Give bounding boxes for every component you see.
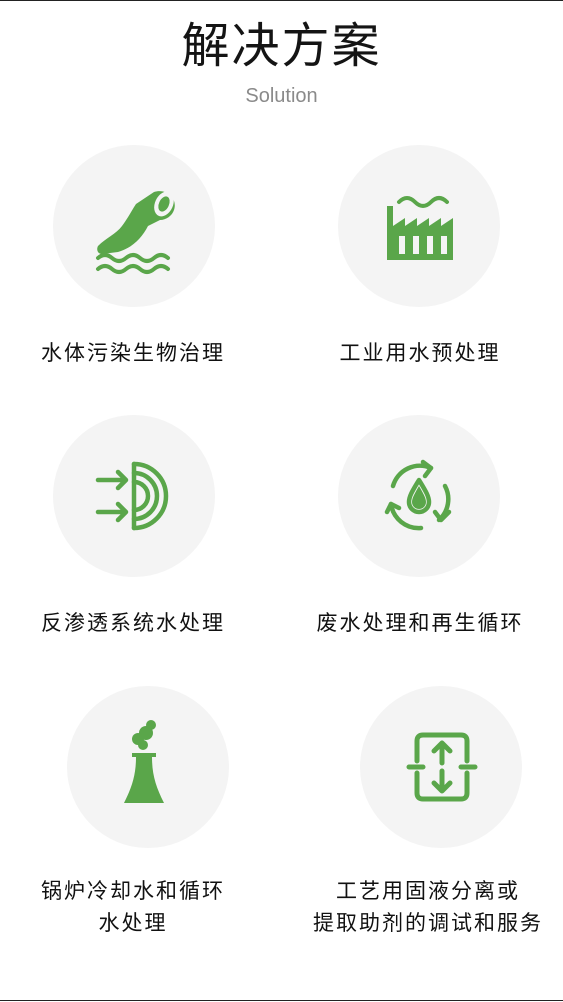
reverse-osmosis-icon: [95, 461, 169, 531]
water-recycle-icon: [384, 459, 452, 531]
factory-icon: [387, 196, 453, 260]
icon-circle: [53, 415, 215, 577]
solution-card-industrial-water[interactable]: 工业用水预处理: [290, 145, 550, 375]
solution-label: 反渗透系统水处理: [41, 611, 225, 635]
top-divider: [0, 0, 563, 1]
icon-circle: [338, 145, 500, 307]
sewage-pipe-icon: [96, 191, 175, 274]
solution-label: 水体污染生物治理: [41, 341, 225, 365]
cooling-tower-icon: [124, 720, 164, 803]
solution-card-wastewater-recycle[interactable]: 废水处理和再生循环: [290, 415, 550, 645]
solution-card-water-pollution[interactable]: 水体污染生物治理: [3, 145, 263, 375]
solution-card-reverse-osmosis[interactable]: 反渗透系统水处理: [3, 415, 263, 645]
solution-label-line-2: 提取助剂的调试和服务: [313, 911, 543, 935]
solution-card-solid-liquid-separation[interactable]: 工艺用固液分离或 提取助剂的调试和服务: [298, 686, 558, 946]
icon-circle: [338, 415, 500, 577]
solution-label-line-1: 工艺用固液分离或: [336, 879, 520, 903]
solution-label: 废水处理和再生循环: [316, 611, 524, 635]
separation-icon: [406, 732, 478, 802]
solution-label-line-1: 锅炉冷却水和循环: [41, 879, 225, 903]
bottom-divider: [0, 1000, 563, 1001]
icon-circle: [53, 145, 215, 307]
page-title: 解决方案: [181, 18, 382, 74]
icon-circle: [360, 686, 522, 848]
page-subtitle: Solution: [245, 85, 318, 107]
icon-circle: [67, 686, 229, 848]
solution-card-boiler-cooling[interactable]: 锅炉冷却水和循环 水处理: [3, 686, 263, 946]
solution-label-line-2: 水处理: [98, 911, 168, 935]
solution-label: 工业用水预处理: [339, 341, 501, 365]
